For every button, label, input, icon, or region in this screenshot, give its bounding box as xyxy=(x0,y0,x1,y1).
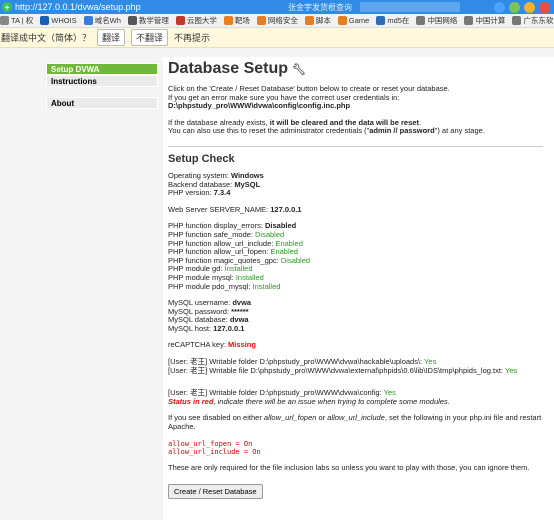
disabled-note: If you see disabled on either allow_url_… xyxy=(168,413,542,432)
never-show-link[interactable]: 不再提示 xyxy=(174,31,210,44)
only-required-note: These are only required for the file inc… xyxy=(168,463,530,473)
intro-text: Click on the 'Create / Reset Database' b… xyxy=(168,84,554,111)
bookmark-item[interactable]: TA | 权 xyxy=(0,15,33,26)
account-icon[interactable] xyxy=(494,1,505,13)
ini-code: allow_url_fopen = On allow_url_include =… xyxy=(168,439,261,457)
browser-titlebar: + http://127.0.0.1/dvwa/setup.php 张金宇发货根… xyxy=(0,0,554,14)
main-content: Database Setup 🔧︎ Click on the 'Create /… xyxy=(163,57,554,520)
bookmark-icon xyxy=(83,16,93,25)
bookmark-item[interactable]: WHOIS xyxy=(40,16,77,25)
bookmark-icon xyxy=(512,16,522,25)
bookmarks-bar: TA | 权 WHOIS 域名Wh 教学管理 云图大学 靶场 网络安全 脚本 Game md5在中… xyxy=(0,14,554,28)
bookmark-icon xyxy=(464,16,474,25)
menu-item-instructions[interactable]: Instructions xyxy=(46,75,158,87)
bookmark-icon xyxy=(416,16,426,25)
php-check-row: PHP module pdo_mysql: Installed xyxy=(168,281,281,291)
main-menu: Setup DVWA Instructions About xyxy=(46,63,158,109)
bookmark-item[interactable]: 域名Wh xyxy=(83,15,121,26)
menu-item-setup[interactable]: Setup DVWA xyxy=(46,63,158,75)
bookmark-item[interactable]: md5在 xyxy=(376,15,409,26)
search-input[interactable] xyxy=(360,2,460,12)
bookmark-item[interactable]: 教学管理 xyxy=(127,15,169,26)
writable-checks: [User: 老王] Writable folder D:\phpstudy_p… xyxy=(168,357,518,375)
download-icon[interactable] xyxy=(524,1,535,13)
setup-check-heading: Setup Check xyxy=(168,152,235,165)
bookmark-item[interactable]: 靶场 xyxy=(223,15,250,26)
bookmark-icon xyxy=(40,16,50,25)
mysql-row: MySQL host: 127.0.0.1 xyxy=(168,323,245,333)
divider xyxy=(168,145,543,147)
warning-text: If the database already exists, it will … xyxy=(168,117,485,136)
extension-icon[interactable] xyxy=(509,1,520,13)
bookmark-item[interactable]: 中国网络 xyxy=(416,15,457,26)
translate-button[interactable]: 翻译 xyxy=(97,29,126,46)
menu-icon[interactable] xyxy=(539,1,550,13)
system-info: Operating system: Windows Backend databa… xyxy=(168,170,264,198)
bookmark-item[interactable]: 网络安全 xyxy=(256,15,298,26)
dvwa-page: Setup DVWA Instructions About Database S… xyxy=(0,48,554,520)
bookmark-icon xyxy=(0,16,9,25)
bookmark-item[interactable]: 广东东软 xyxy=(512,15,553,26)
bookmark-icon xyxy=(256,16,266,25)
bookmark-item[interactable]: Game xyxy=(337,16,369,25)
mysql-info: MySQL username: dvwa MySQL password: ****… xyxy=(168,298,554,333)
add-tab-icon[interactable]: + xyxy=(2,2,12,12)
wrench-icon: 🔧︎ xyxy=(292,63,307,76)
bookmark-icon xyxy=(376,16,386,25)
bookmark-item[interactable]: 云图大学 xyxy=(175,15,217,26)
bookmark-item[interactable]: 中国计算 xyxy=(464,15,505,26)
menu-item-about[interactable]: About xyxy=(46,97,158,109)
bookmark-icon xyxy=(337,16,347,25)
bookmark-icon xyxy=(304,16,314,25)
php-functions: PHP function display_errors: Disabled PHP… xyxy=(168,222,554,291)
recaptcha-status: reCAPTCHA key: Missing xyxy=(168,340,256,350)
server-name: Web Server SERVER_NAME: 127.0.0.1 xyxy=(168,204,302,214)
config-path: D:\phpstudy_pro\WWW\dvwa\config\config.i… xyxy=(168,101,351,111)
translate-bar: 翻译成中文（简体）？ 翻译 不翻译 不再提示 xyxy=(0,28,554,48)
create-reset-database-button[interactable]: Create / Reset Database xyxy=(168,484,263,500)
bookmark-icon xyxy=(175,16,185,25)
news-ticker[interactable]: 张金宇发货根查询 xyxy=(288,2,352,13)
translate-prompt: 翻译成中文（简体）？ xyxy=(1,33,92,43)
bookmark-item[interactable]: 脚本 xyxy=(304,15,331,26)
address-bar[interactable]: http://127.0.0.1/dvwa/setup.php xyxy=(15,2,141,12)
no-translate-button[interactable]: 不翻译 xyxy=(131,29,169,46)
bookmark-icon xyxy=(223,16,233,25)
writable-config: [User: 老王] Writable folder D:\phpstudy_p… xyxy=(168,388,450,406)
page-title: Database Setup 🔧︎ xyxy=(168,60,307,77)
bookmark-icon xyxy=(127,16,137,25)
